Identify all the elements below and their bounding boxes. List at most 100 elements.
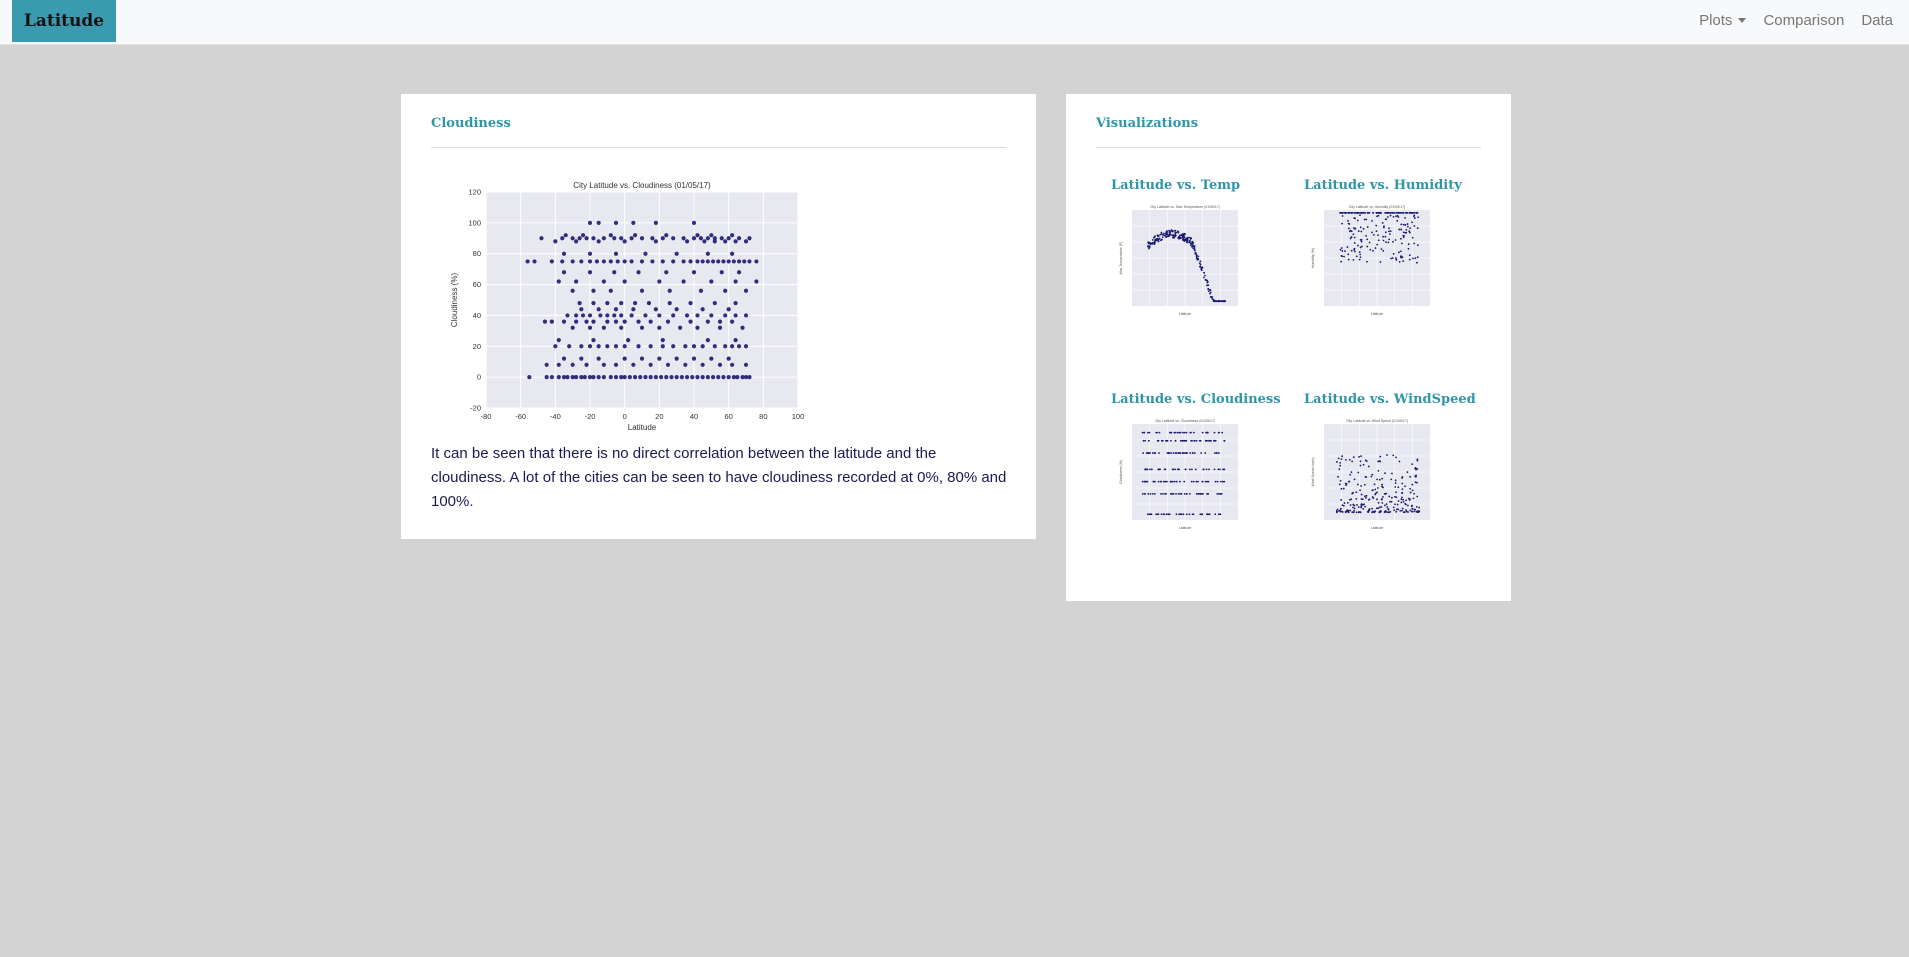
data-point bbox=[1377, 469, 1380, 472]
data-point bbox=[648, 375, 653, 380]
data-point bbox=[1162, 492, 1164, 495]
data-point bbox=[1166, 480, 1168, 483]
data-point bbox=[1352, 506, 1354, 509]
thumb-title-cloudiness[interactable]: Latitude vs. Cloudiness bbox=[1111, 392, 1281, 407]
data-point bbox=[1191, 439, 1193, 442]
data-point bbox=[1342, 487, 1345, 490]
data-point bbox=[1178, 234, 1181, 237]
thumb-plot-temp[interactable]: City Latitude vs. Max Temperature (01/05… bbox=[1114, 202, 1254, 332]
thumb-title-temp[interactable]: Latitude vs. Temp bbox=[1111, 178, 1240, 193]
data-point bbox=[1153, 236, 1155, 239]
data-point bbox=[560, 259, 565, 264]
data-point bbox=[653, 220, 658, 225]
data-point bbox=[596, 356, 601, 361]
data-point bbox=[658, 375, 664, 380]
data-point bbox=[1190, 468, 1193, 471]
data-point bbox=[1347, 222, 1350, 225]
data-point bbox=[1190, 480, 1193, 483]
data-point bbox=[1172, 452, 1175, 454]
data-point bbox=[1414, 481, 1417, 484]
data-point bbox=[671, 259, 676, 264]
data-point bbox=[1216, 492, 1219, 495]
data-point bbox=[1183, 431, 1186, 434]
data-point bbox=[1388, 233, 1391, 235]
data-point bbox=[1177, 452, 1180, 454]
nav-comparison-link[interactable]: Comparison bbox=[1763, 12, 1844, 29]
data-point bbox=[631, 220, 636, 225]
nav-plots-dropdown[interactable]: Plots bbox=[1699, 12, 1747, 29]
data-point bbox=[1206, 513, 1209, 516]
data-point bbox=[1377, 501, 1380, 504]
data-point bbox=[1353, 509, 1356, 512]
thumb-title-humidity[interactable]: Latitude vs. Humidity bbox=[1304, 178, 1462, 193]
data-point bbox=[1402, 223, 1405, 226]
data-point bbox=[613, 344, 619, 349]
data-point bbox=[1177, 431, 1179, 434]
data-point bbox=[1382, 250, 1385, 252]
data-point bbox=[1193, 245, 1196, 248]
data-point bbox=[1362, 211, 1365, 214]
data-point bbox=[1340, 254, 1343, 257]
y-tick-label: -20 bbox=[470, 404, 481, 413]
data-point bbox=[743, 239, 749, 244]
data-point bbox=[1181, 452, 1184, 454]
data-point bbox=[1408, 231, 1411, 234]
data-point bbox=[1171, 229, 1174, 232]
chart-title: City Latitude vs. Cloudiness (01/05/17) bbox=[573, 181, 711, 190]
thumb-plot-humidity[interactable]: City Latitude vs. Humidity (01/05/17) Lat… bbox=[1306, 202, 1446, 332]
thumb-chart-title: City Latitude vs. Max Temperature (01/05… bbox=[1150, 205, 1220, 209]
data-point bbox=[565, 313, 570, 318]
data-point bbox=[613, 251, 619, 256]
data-point bbox=[1417, 216, 1420, 219]
data-point bbox=[684, 239, 690, 244]
thumb-plot-cloudiness[interactable]: City Latitude vs. Cloudiness (01/05/17) L… bbox=[1114, 416, 1254, 546]
data-point bbox=[1147, 241, 1150, 244]
data-point bbox=[622, 375, 627, 380]
data-point bbox=[1400, 498, 1403, 501]
data-point bbox=[1171, 468, 1174, 471]
data-point bbox=[1347, 480, 1350, 483]
data-point bbox=[1360, 230, 1363, 233]
data-point bbox=[1346, 510, 1348, 512]
thumb-y-label: Cloudiness (%) bbox=[1119, 460, 1123, 484]
data-point bbox=[700, 344, 705, 349]
data-point bbox=[1394, 482, 1397, 484]
data-point bbox=[1357, 244, 1359, 247]
data-point bbox=[740, 325, 745, 330]
data-point bbox=[1358, 455, 1361, 458]
data-point bbox=[1397, 500, 1400, 502]
data-point bbox=[712, 236, 717, 241]
thumb-title-windspeed[interactable]: Latitude vs. WindSpeed bbox=[1304, 392, 1476, 407]
data-point bbox=[1385, 211, 1387, 214]
data-point bbox=[1352, 511, 1355, 514]
data-point bbox=[1413, 510, 1416, 513]
data-point bbox=[1406, 225, 1409, 228]
data-point bbox=[726, 259, 731, 264]
data-point bbox=[1413, 214, 1416, 217]
brand-logo[interactable]: Latitude bbox=[12, 0, 116, 42]
data-point bbox=[679, 375, 684, 380]
data-point bbox=[1186, 241, 1188, 243]
data-point bbox=[695, 233, 700, 238]
data-point bbox=[1177, 492, 1180, 495]
data-point bbox=[1347, 258, 1350, 261]
data-point bbox=[1353, 478, 1356, 481]
data-point bbox=[1353, 247, 1356, 250]
data-point bbox=[691, 356, 697, 361]
data-point bbox=[1392, 215, 1395, 218]
data-point bbox=[1337, 457, 1340, 460]
data-point bbox=[1154, 235, 1156, 238]
data-point bbox=[567, 344, 572, 349]
data-point bbox=[1351, 460, 1354, 463]
data-point bbox=[1214, 480, 1217, 483]
nav-data-link[interactable]: Data bbox=[1861, 12, 1893, 29]
data-point bbox=[1362, 463, 1365, 466]
data-point bbox=[1385, 241, 1387, 244]
data-point bbox=[1381, 498, 1384, 500]
data-point bbox=[1416, 481, 1418, 484]
data-point bbox=[577, 300, 582, 306]
data-point bbox=[1191, 513, 1194, 516]
data-point bbox=[1416, 244, 1419, 247]
data-point bbox=[1401, 496, 1403, 499]
thumb-plot-windspeed[interactable]: City Latitude vs. Wind Speed (01/05/17) L… bbox=[1306, 416, 1446, 546]
